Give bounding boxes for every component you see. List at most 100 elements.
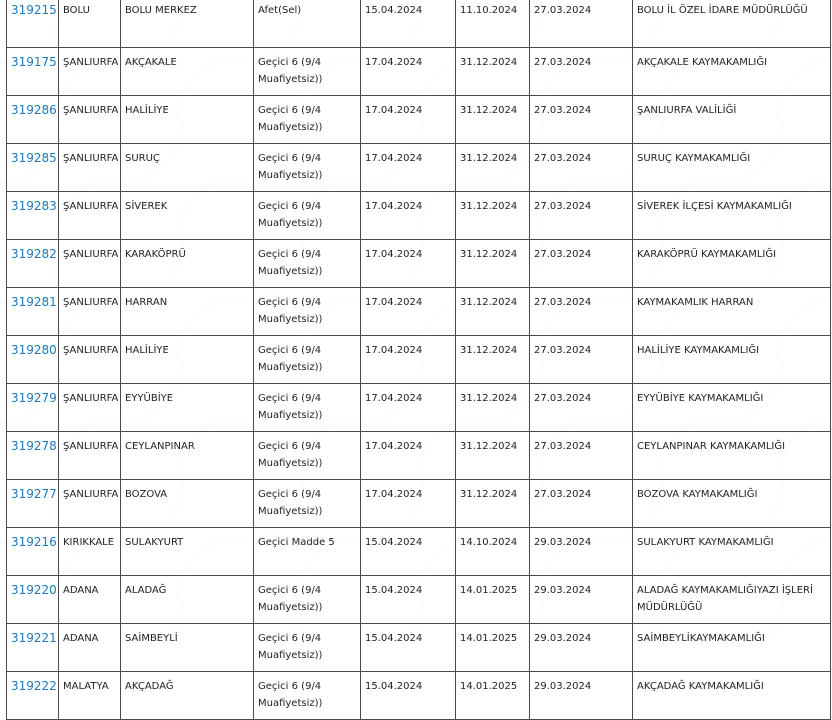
city-cell: ŞANLIURFA: [58, 479, 121, 528]
end-date-cell: 31.12.2024: [455, 383, 530, 432]
district-cell: HALİLİYE: [120, 335, 254, 384]
record-id-link[interactable]: 319279: [11, 390, 57, 406]
end-date-cell: 31.12.2024: [455, 47, 530, 96]
city-cell: KIRIKKALE: [58, 527, 121, 576]
start-date-cell: 17.04.2024: [360, 239, 456, 288]
record-id-link[interactable]: 319282: [11, 246, 57, 262]
table-row: 319221 ADANA SAİMBEYLİ Geçici 6 (9/4 Muafiy…: [6, 623, 831, 672]
table-row: 319215 BOLU BOLU MERKEZ Afet(Sel) 15.04.2024…: [6, 0, 831, 48]
district-cell: HALİLİYE: [120, 95, 254, 144]
table-row: 319281 ŞANLIURFA HARRAN Geçici 6 (9/4 Muafi…: [6, 287, 831, 336]
record-id-link[interactable]: 319220: [11, 582, 57, 598]
office-cell: EYYÜBİYE KAYMAKAMLIĞI: [632, 383, 831, 432]
city-cell: ŞANLIURFA: [58, 431, 121, 480]
id-cell: 319281: [6, 287, 59, 336]
id-cell: 319278: [6, 431, 59, 480]
office-cell: SAİMBEYLİKAYMAKAMLIĞI: [632, 623, 831, 672]
start-date-cell: 17.04.2024: [360, 287, 456, 336]
id-cell: 319216: [6, 527, 59, 576]
city-cell: ADANA: [58, 623, 121, 672]
id-cell: 319220: [6, 575, 59, 624]
type-cell: Geçici 6 (9/4 Muafiyetsiz)): [253, 287, 361, 336]
district-cell: EYYÜBİYE: [120, 383, 254, 432]
end-date-cell: 31.12.2024: [455, 95, 530, 144]
end-date-cell: 11.10.2024: [455, 0, 530, 48]
start-date-cell: 17.04.2024: [360, 143, 456, 192]
district-cell: BOLU MERKEZ: [120, 0, 254, 48]
id-cell: 319282: [6, 239, 59, 288]
office-cell: KAYMAKAMLIK HARRAN: [632, 287, 831, 336]
district-cell: SAİMBEYLİ: [120, 623, 254, 672]
table-row: 319277 ŞANLIURFA BOZOVA Geçici 6 (9/4 Muafi…: [6, 479, 831, 528]
records-table: 319215 BOLU BOLU MERKEZ Afet(Sel) 15.04.2024…: [6, 0, 831, 720]
end-date-cell: 14.01.2025: [455, 671, 530, 720]
start-date-cell: 17.04.2024: [360, 47, 456, 96]
start-date-cell: 15.04.2024: [360, 671, 456, 720]
id-cell: 319279: [6, 383, 59, 432]
record-id-link[interactable]: 319280: [11, 342, 57, 358]
record-id-link[interactable]: 319216: [11, 534, 57, 550]
district-cell: SULAKYURT: [120, 527, 254, 576]
record-date-cell: 27.03.2024: [529, 383, 633, 432]
record-date-cell: 29.03.2024: [529, 575, 633, 624]
start-date-cell: 15.04.2024: [360, 575, 456, 624]
table-row: 319175 ŞANLIURFA AKÇAKALE Geçici 6 (9/4 Mua…: [6, 47, 831, 96]
record-date-cell: 27.03.2024: [529, 95, 633, 144]
table-row: 319216 KIRIKKALE SULAKYURT Geçici Madde 5 15…: [6, 527, 831, 576]
table-row: 319279 ŞANLIURFA EYYÜBİYE Geçici 6 (9/4 Mua…: [6, 383, 831, 432]
type-cell: Geçici 6 (9/4 Muafiyetsiz)): [253, 143, 361, 192]
end-date-cell: 31.12.2024: [455, 479, 530, 528]
id-cell: 319215: [6, 0, 59, 48]
record-date-cell: 27.03.2024: [529, 335, 633, 384]
record-id-link[interactable]: 319285: [11, 150, 57, 166]
end-date-cell: 31.12.2024: [455, 335, 530, 384]
start-date-cell: 17.04.2024: [360, 335, 456, 384]
city-cell: ŞANLIURFA: [58, 47, 121, 96]
table-row: 319278 ŞANLIURFA CEYLANPINAR Geçici 6 (9/4 …: [6, 431, 831, 480]
district-cell: SURUÇ: [120, 143, 254, 192]
record-id-link[interactable]: 319221: [11, 630, 57, 646]
end-date-cell: 14.10.2024: [455, 527, 530, 576]
office-cell: SİVEREK İLÇESİ KAYMAKAMLIĞI: [632, 191, 831, 240]
type-cell: Geçici 6 (9/4 Muafiyetsiz)): [253, 383, 361, 432]
end-date-cell: 31.12.2024: [455, 191, 530, 240]
type-cell: Geçici 6 (9/4 Muafiyetsiz)): [253, 239, 361, 288]
record-id-link[interactable]: 319283: [11, 198, 57, 214]
office-cell: AKÇAKALE KAYMAKAMLIĞI: [632, 47, 831, 96]
office-cell: ŞANLIURFA VALİLİĞİ: [632, 95, 831, 144]
record-id-link[interactable]: 319175: [11, 54, 57, 70]
record-date-cell: 27.03.2024: [529, 287, 633, 336]
office-cell: AKÇADAĞ KAYMAKAMLIĞI: [632, 671, 831, 720]
type-cell: Geçici 6 (9/4 Muafiyetsiz)): [253, 47, 361, 96]
record-date-cell: 27.03.2024: [529, 431, 633, 480]
type-cell: Afet(Sel): [253, 0, 361, 48]
record-id-link[interactable]: 319222: [11, 678, 57, 694]
city-cell: ŞANLIURFA: [58, 191, 121, 240]
start-date-cell: 17.04.2024: [360, 191, 456, 240]
office-cell: CEYLANPINAR KAYMAKAMLIĞI: [632, 431, 831, 480]
record-id-link[interactable]: 319277: [11, 486, 57, 502]
district-cell: ALADAĞ: [120, 575, 254, 624]
district-cell: SİVEREK: [120, 191, 254, 240]
record-date-cell: 29.03.2024: [529, 527, 633, 576]
record-id-link[interactable]: 319278: [11, 438, 57, 454]
end-date-cell: 31.12.2024: [455, 239, 530, 288]
city-cell: ŞANLIURFA: [58, 335, 121, 384]
record-id-link[interactable]: 319286: [11, 102, 57, 118]
table-row: 319282 ŞANLIURFA KARAKÖPRÜ Geçici 6 (9/4 Mu…: [6, 239, 831, 288]
type-cell: Geçici 6 (9/4 Muafiyetsiz)): [253, 95, 361, 144]
id-cell: 319277: [6, 479, 59, 528]
record-id-link[interactable]: 319215: [11, 2, 57, 18]
record-date-cell: 27.03.2024: [529, 47, 633, 96]
start-date-cell: 17.04.2024: [360, 383, 456, 432]
table-row: 319285 ŞANLIURFA SURUÇ Geçici 6 (9/4 Muafiy…: [6, 143, 831, 192]
record-id-link[interactable]: 319281: [11, 294, 57, 310]
start-date-cell: 15.04.2024: [360, 0, 456, 48]
end-date-cell: 31.12.2024: [455, 431, 530, 480]
city-cell: ŞANLIURFA: [58, 143, 121, 192]
type-cell: Geçici 6 (9/4 Muafiyetsiz)): [253, 431, 361, 480]
record-date-cell: 29.03.2024: [529, 671, 633, 720]
office-cell: SURUÇ KAYMAKAMLIĞI: [632, 143, 831, 192]
start-date-cell: 17.04.2024: [360, 431, 456, 480]
district-cell: AKÇAKALE: [120, 47, 254, 96]
